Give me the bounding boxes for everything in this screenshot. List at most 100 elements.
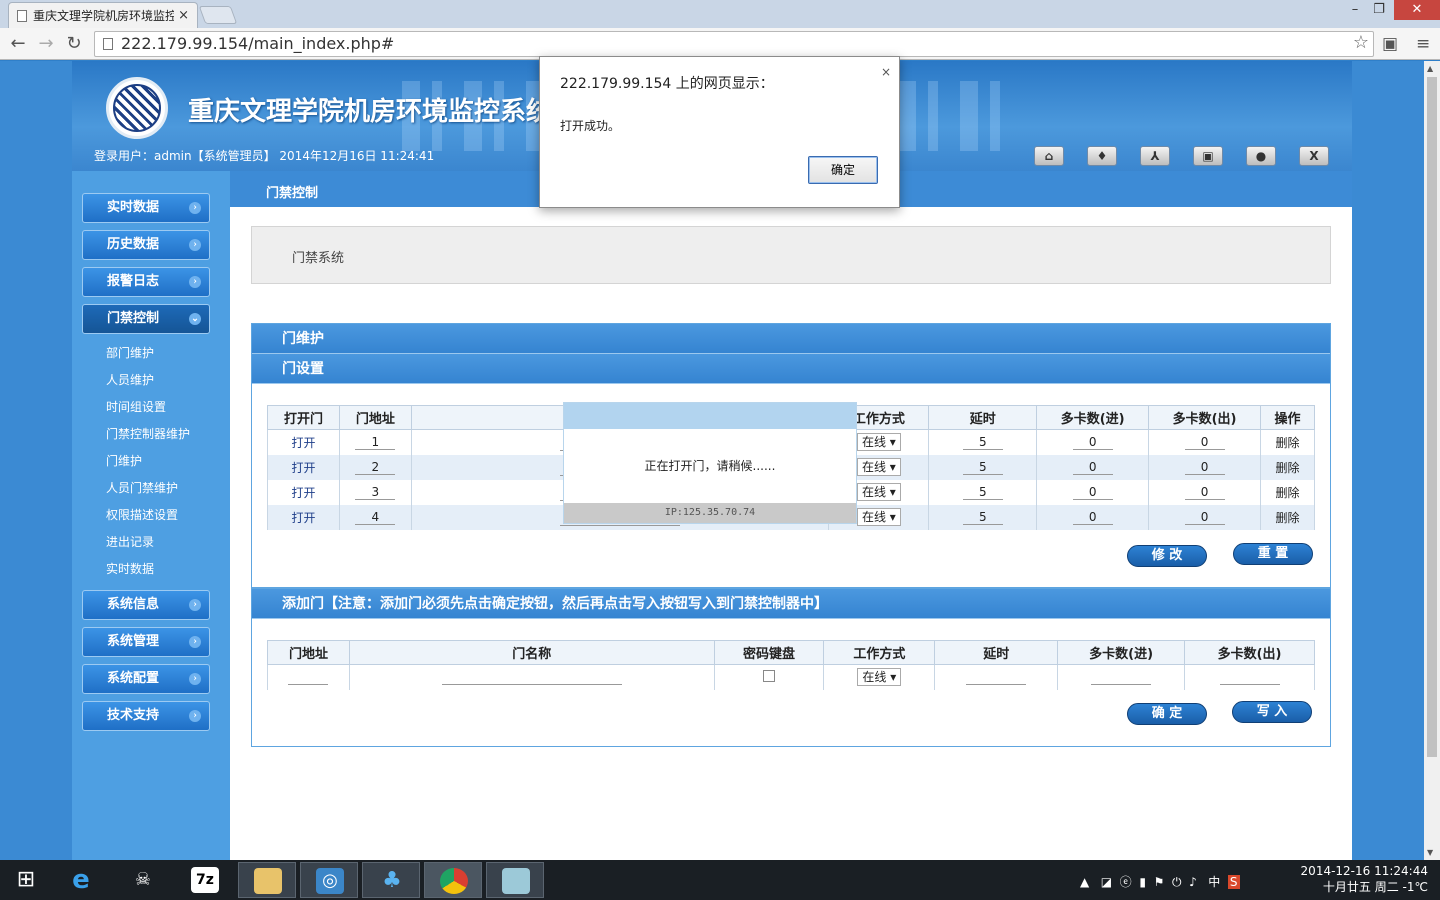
cards-out-input[interactable]: 0 [1184,435,1225,450]
menu-icon[interactable]: ≡ [1416,34,1430,54]
submenu-timegroup[interactable]: 时间组设置 [106,398,166,415]
taskbar-7zip[interactable]: 7z [176,862,234,898]
menu-alarm-log[interactable]: 报警日志 › [82,267,210,297]
tray-arrow-icon[interactable]: ▲ [1080,875,1089,889]
address-input[interactable]: 2 [355,460,396,475]
sogou-icon[interactable]: S [1227,875,1240,889]
cards-out-input[interactable]: 0 [1184,510,1225,525]
submenu-controller[interactable]: 门禁控制器维护 [106,425,190,442]
delete-link[interactable]: 删除 [1275,486,1299,500]
menu-system-info[interactable]: 系统信息 › [82,590,210,620]
address-input[interactable]: 3 [355,485,396,500]
menu-history-data[interactable]: 历史数据 › [82,230,210,260]
modify-button[interactable]: 修 改 [1127,545,1207,567]
menu-access-control[interactable]: 门禁控制 ⌄ [82,304,210,334]
forward-arrow-icon[interactable]: → [34,32,58,56]
reset-button[interactable]: 重 置 [1233,543,1313,565]
keypad-checkbox[interactable] [763,669,776,682]
home-icon[interactable]: ⌂ [1034,146,1064,166]
delay-input[interactable]: 5 [962,460,1003,475]
flag-icon[interactable]: ⚑ [1154,875,1165,889]
network-icon[interactable]: ⅄ [1140,146,1170,166]
taskbar-ie[interactable]: e [52,862,110,898]
start-button[interactable]: ⊞ [0,862,58,898]
taskbar-chrome[interactable] [424,862,482,898]
new-cards-in-input[interactable] [1091,670,1152,685]
page-scrollbar[interactable]: ▲ ▼ [1424,61,1440,860]
screen-icon[interactable]: ▣ [1193,146,1223,166]
delay-input[interactable]: 5 [962,435,1003,450]
taskbar-network[interactable]: ◎ [300,862,358,898]
mode-select[interactable]: 在线 ▾ [856,483,901,501]
taskbar-qq[interactable]: ♣ [362,862,420,898]
taskbar-app-skull[interactable]: ☠ [114,862,172,898]
cards-out-input[interactable]: 0 [1184,460,1225,475]
open-door-link[interactable]: 打开 [291,461,315,475]
delete-link[interactable]: 删除 [1275,461,1299,475]
confirm-button[interactable]: 确 定 [1127,703,1207,725]
new-mode-select[interactable]: 在线 ▾ [857,668,902,687]
address-input[interactable]: 1 [355,435,396,450]
bookmark-star-icon[interactable]: ☆ [1353,32,1369,53]
signal-icon[interactable]: ▮ [1139,875,1146,889]
submenu-door[interactable]: 门维护 [106,452,142,469]
submenu-permission[interactable]: 权限描述设置 [106,506,178,523]
shirt-icon[interactable]: ♦ [1087,146,1117,166]
cards-in-input[interactable]: 0 [1072,510,1113,525]
delete-link[interactable]: 删除 [1275,436,1299,450]
new-cards-out-input[interactable] [1219,670,1280,685]
tray-app-icon[interactable]: ◪ [1101,875,1112,889]
delete-link[interactable]: 删除 [1275,511,1299,525]
menu-tech-support[interactable]: 技术支持 › [82,701,210,731]
menu-system-config[interactable]: 系统配置 › [82,664,210,694]
submenu-dept[interactable]: 部门维护 [106,344,154,361]
volume-icon[interactable]: ♪ [1189,875,1197,889]
delay-input[interactable]: 5 [962,485,1003,500]
submenu-staff[interactable]: 人员维护 [106,371,154,388]
delay-input[interactable]: 5 [962,510,1003,525]
logout-icon[interactable]: X [1299,146,1329,166]
tray-e-icon[interactable]: ⓔ [1120,875,1132,889]
ime-indicator[interactable]: 中 [1208,875,1220,889]
mode-select[interactable]: 在线 ▾ [856,508,901,526]
address-input[interactable]: 4 [355,510,396,525]
taskbar-notes[interactable] [486,862,544,898]
new-delay-input[interactable] [966,670,1027,685]
write-button[interactable]: 写 入 [1232,701,1312,723]
new-address-input[interactable] [288,670,329,685]
open-door-link[interactable]: 打开 [291,486,315,500]
open-door-link[interactable]: 打开 [291,436,315,450]
cards-in-input[interactable]: 0 [1072,460,1113,475]
address-bar[interactable]: 222.179.99.154/main_index.php# ☆ [94,31,1374,57]
menu-system-manage[interactable]: 系统管理 › [82,627,210,657]
maximize-button[interactable]: ❐ [1364,0,1394,20]
close-window-button[interactable]: ✕ [1394,0,1440,20]
new-name-input[interactable] [441,670,622,685]
user-icon[interactable]: ● [1246,146,1276,166]
scroll-up-icon[interactable]: ▲ [1427,64,1433,73]
alert-ok-button[interactable]: 确定 [808,156,878,184]
submenu-staff-access[interactable]: 人员门禁维护 [106,479,178,496]
taskbar-explorer[interactable] [238,862,296,898]
submenu-realtime[interactable]: 实时数据 [106,560,154,577]
alert-close-icon[interactable]: × [881,65,891,79]
menu-label: 报警日志 [107,274,160,289]
mode-select[interactable]: 在线 ▾ [856,433,901,452]
back-arrow-icon[interactable]: ← [6,32,30,56]
browser-tab[interactable]: 重庆文理学院机房环境监控 × [8,2,198,28]
scroll-down-icon[interactable]: ▼ [1427,848,1433,857]
cards-out-input[interactable]: 0 [1184,485,1225,500]
new-tab-button[interactable] [198,6,238,24]
tab-close-icon[interactable]: × [178,8,189,23]
scroll-thumb[interactable] [1427,77,1437,757]
extension-icon[interactable]: ▣ [1382,34,1398,54]
reload-icon[interactable]: ↻ [62,32,86,56]
mode-select[interactable]: 在线 ▾ [856,458,901,476]
menu-realtime-data[interactable]: 实时数据 › [82,193,210,223]
power-icon[interactable]: ⏻ [1172,875,1182,889]
open-door-link[interactable]: 打开 [291,511,315,525]
submenu-access-log[interactable]: 进出记录 [106,533,154,550]
clock[interactable]: 2014-12-16 11:24:44 十月廿五 周二 -1℃ [1301,863,1428,895]
cards-in-input[interactable]: 0 [1072,485,1113,500]
cards-in-input[interactable]: 0 [1072,435,1113,450]
